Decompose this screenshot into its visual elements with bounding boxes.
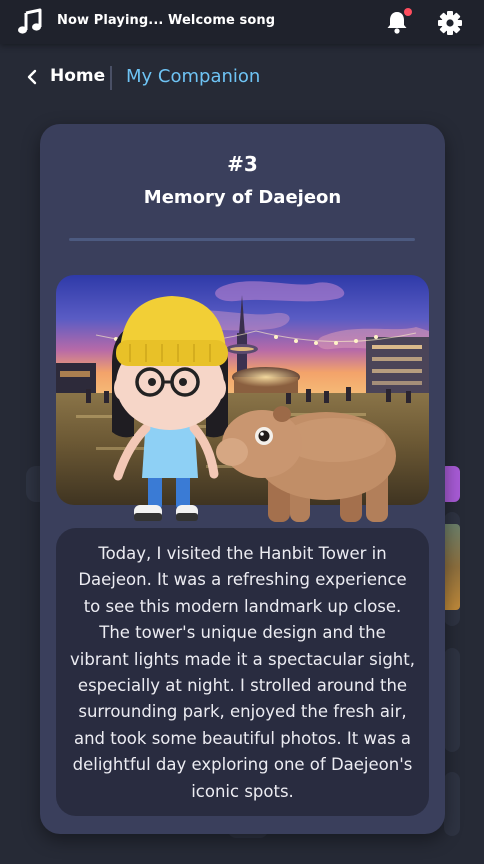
breadcrumb-separator — [110, 66, 112, 90]
background-card — [444, 772, 460, 836]
background-card — [444, 648, 460, 752]
memory-title: Memory of Daejeon — [143, 187, 342, 208]
top-bar: Now Playing... Welcome song — [0, 0, 484, 44]
diary-text: Today, I visited the Hanbit Tower in Dae… — [70, 544, 415, 801]
now-playing-text: Now Playing... Welcome song — [57, 13, 276, 28]
memory-card: #3 Memory of Daejeon Today, I visited th… — [40, 124, 445, 834]
notification-dot — [404, 8, 412, 16]
memory-photo — [56, 275, 429, 505]
music-note-icon[interactable] — [16, 8, 44, 36]
divider — [69, 238, 415, 241]
breadcrumb-current: My Companion — [126, 66, 261, 87]
chevron-left-icon[interactable] — [24, 64, 42, 90]
memory-number: #3 — [227, 152, 258, 176]
diary-text-box: Today, I visited the Hanbit Tower in Dae… — [56, 528, 429, 816]
breadcrumb-home[interactable]: Home — [50, 66, 105, 86]
gear-icon[interactable] — [436, 9, 464, 37]
